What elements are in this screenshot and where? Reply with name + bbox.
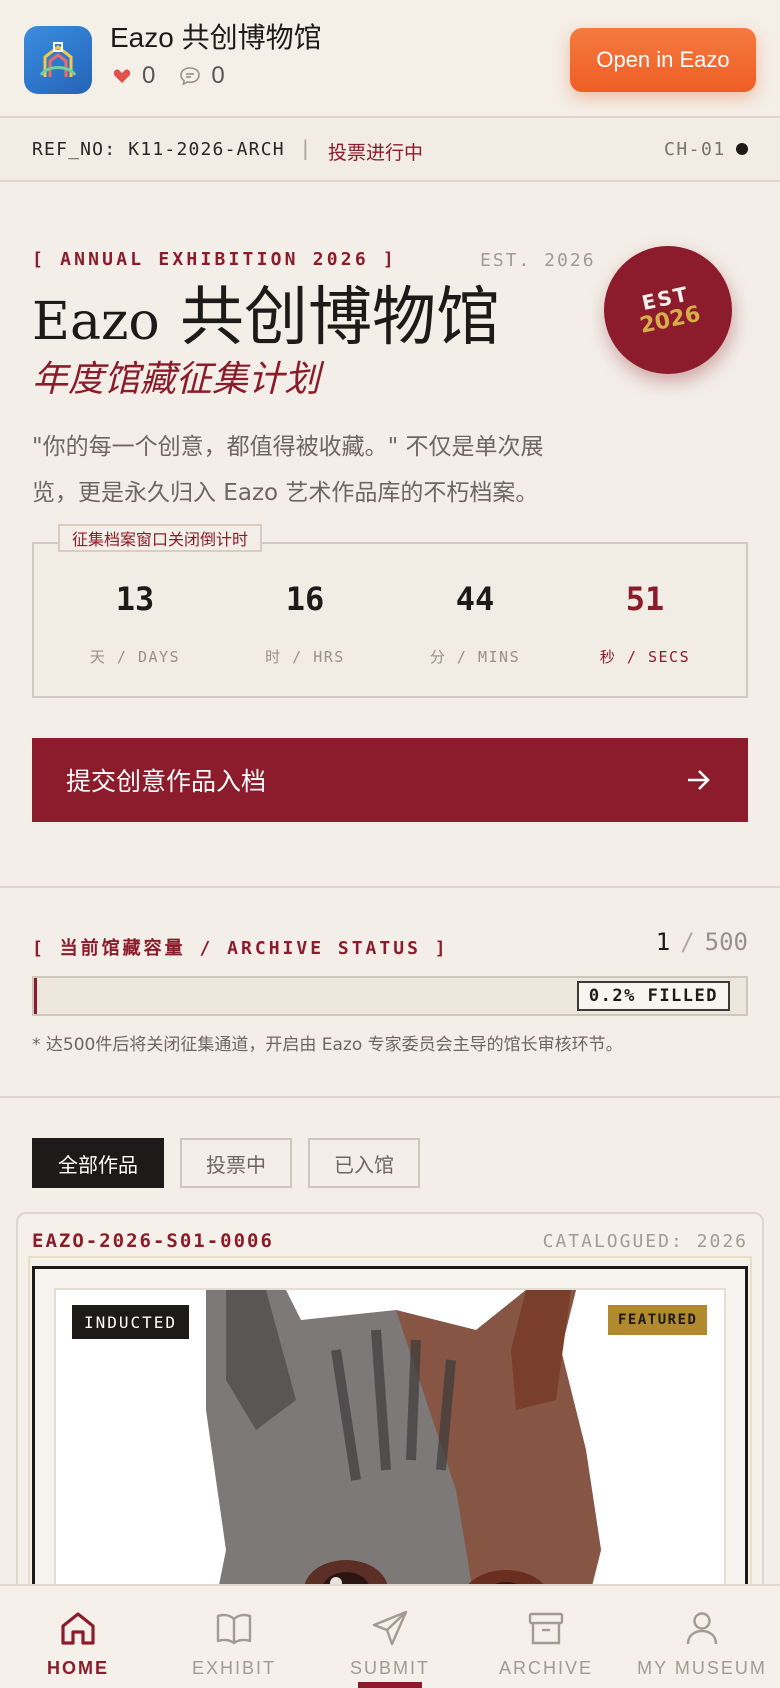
nav-my-museum-label: MY MUSEUM bbox=[637, 1658, 767, 1678]
nav-archive-label: ARCHIVE bbox=[498, 1658, 593, 1678]
heart-icon bbox=[113, 69, 131, 83]
filled-badge: 0.2% FILLED bbox=[576, 981, 730, 1011]
title-cjk: 共创博物馆 bbox=[180, 281, 501, 355]
countdown-minutes-label: 分 / MINS bbox=[429, 648, 521, 666]
archive-progress-bar: 0.2% FILLED bbox=[32, 976, 748, 1016]
nav-archive[interactable]: ARCHIVE bbox=[468, 1586, 624, 1688]
voting-status: 投票进行中 bbox=[328, 142, 424, 164]
bottom-navigation: HOME EXHIBIT SUBMIT ARCHIVE MY MUSEUM bbox=[0, 1584, 780, 1688]
countdown-days: 13 bbox=[50, 580, 220, 618]
exhibition-label: [ ANNUAL EXHIBITION 2026 ] bbox=[32, 249, 397, 270]
section-divider bbox=[0, 1096, 780, 1098]
countdown-hours-value: 16 bbox=[285, 580, 325, 618]
comments-stat[interactable]: 0 bbox=[179, 62, 225, 90]
nav-my-museum[interactable]: MY MUSEUM bbox=[624, 1586, 780, 1688]
tab-all-works[interactable]: 全部作品 bbox=[32, 1138, 164, 1188]
live-dot-icon bbox=[736, 143, 748, 155]
user-icon bbox=[686, 1612, 718, 1645]
countdown-seconds-label: 秒 / SECS bbox=[599, 648, 691, 666]
archive-count: 1 / 500 bbox=[656, 928, 748, 956]
inducted-badge: INDUCTED bbox=[72, 1305, 190, 1339]
countdown-hours: 16 bbox=[220, 580, 390, 618]
est-label: EST. 2026 bbox=[480, 250, 596, 271]
page-description: "你的每一个创意，都值得被收藏。" 不仅是单次展览，更是永久归入 Eazo 艺术… bbox=[32, 434, 544, 506]
app-stats: 0 0 bbox=[112, 62, 239, 90]
archive-current: 1 bbox=[655, 928, 671, 956]
likes-stat[interactable]: 0 bbox=[112, 62, 155, 90]
artwork-id: EAZO-2026-S01-0006 bbox=[32, 1230, 274, 1252]
countdown-hours-label: 时 / HRS bbox=[265, 648, 345, 666]
likes-count: 0 bbox=[142, 62, 156, 89]
archive-separator: / bbox=[680, 928, 695, 956]
submit-artwork-button[interactable]: 提交创意作品入档 bbox=[32, 738, 748, 822]
app-title: Eazo 共创博物馆 bbox=[110, 22, 322, 53]
home-indicator bbox=[358, 1682, 422, 1688]
countdown-minutes: 44 bbox=[390, 580, 560, 618]
submit-artwork-label: 提交创意作品入档 bbox=[66, 768, 267, 796]
book-icon bbox=[216, 1613, 252, 1645]
app-banner: Eazo 共创博物馆 0 0 Open in Eazo bbox=[0, 0, 780, 118]
page-subtitle: 年度馆藏征集计划 bbox=[32, 359, 321, 400]
tab-inducted[interactable]: 已入馆 bbox=[308, 1138, 420, 1188]
channel-label: CH-01 bbox=[664, 139, 726, 160]
countdown-days-value: 13 bbox=[115, 580, 155, 618]
reference-bar: REF_NO: K11-2026-ARCH | 投票进行中 CH-01 bbox=[0, 120, 780, 182]
nav-submit-label: SUBMIT bbox=[349, 1658, 430, 1678]
artwork-catalogued: CATALOGUED: 2026 bbox=[542, 1231, 748, 1252]
nav-exhibit[interactable]: EXHIBIT bbox=[156, 1586, 312, 1688]
open-in-eazo-button[interactable]: Open in Eazo bbox=[570, 28, 756, 92]
nav-exhibit-label: EXHIBIT bbox=[191, 1658, 276, 1678]
est-seal-badge: EST 2026 bbox=[592, 234, 744, 386]
nav-home[interactable]: HOME bbox=[0, 1586, 156, 1688]
title-latin: Eazo bbox=[32, 292, 160, 352]
arrow-right-icon bbox=[688, 770, 710, 790]
home-icon bbox=[61, 1612, 95, 1645]
featured-badge: FEATURED bbox=[608, 1305, 708, 1335]
nav-submit[interactable]: SUBMIT bbox=[312, 1586, 468, 1688]
museum-logo-icon bbox=[39, 42, 77, 77]
countdown-seconds: 51 bbox=[560, 580, 730, 618]
countdown-seconds-value: 51 bbox=[625, 580, 665, 618]
tab-voting[interactable]: 投票中 bbox=[180, 1138, 292, 1188]
ref-number: REF_NO: K11-2026-ARCH bbox=[32, 139, 285, 160]
countdown-days-label: 天 / DAYS bbox=[89, 648, 181, 666]
nav-home-label: HOME bbox=[47, 1658, 109, 1678]
archive-status-label: [ 当前馆藏容量 / ARCHIVE STATUS ] bbox=[32, 938, 449, 959]
archive-note: * 达500件后将关闭征集通道，开启由 Eazo 专家委员会主导的馆长审核环节。 bbox=[32, 1035, 623, 1055]
archive-box-icon bbox=[528, 1612, 564, 1645]
ref-separator: | bbox=[302, 136, 309, 160]
eazo-app-icon[interactable] bbox=[24, 26, 92, 94]
comments-count: 0 bbox=[211, 62, 225, 89]
archive-total: 500 bbox=[704, 928, 748, 956]
comment-icon bbox=[180, 67, 201, 86]
countdown-panel bbox=[32, 542, 748, 698]
archive-progress-fill bbox=[34, 978, 37, 1014]
countdown-tag: 征集档案窗口关闭倒计时 bbox=[58, 524, 263, 552]
section-divider bbox=[0, 886, 780, 888]
countdown-minutes-value: 44 bbox=[455, 580, 495, 618]
send-icon bbox=[372, 1610, 408, 1646]
